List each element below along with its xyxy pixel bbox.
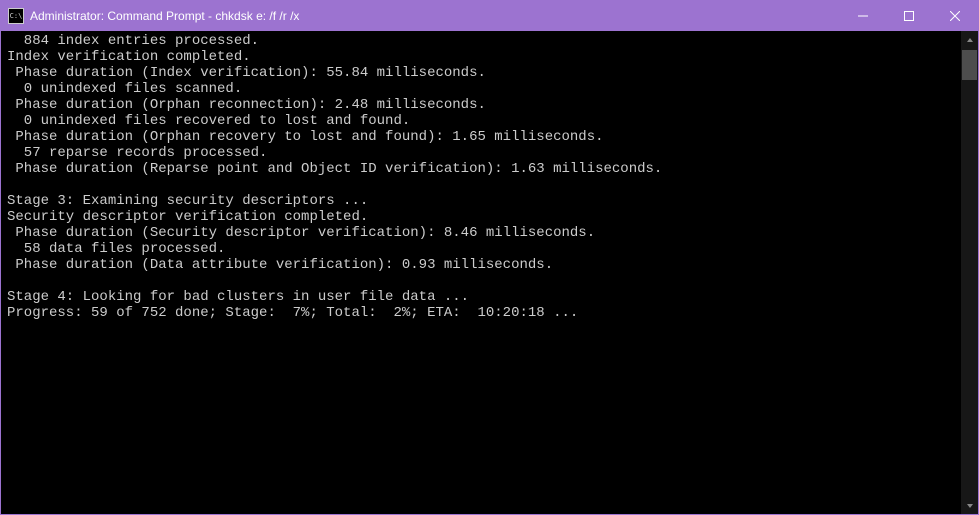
- close-icon: [950, 11, 960, 21]
- terminal-line: [7, 273, 955, 289]
- terminal-line: Security descriptor verification complet…: [7, 209, 955, 225]
- terminal-line: Stage 4: Looking for bad clusters in use…: [7, 289, 955, 305]
- content-area: 884 index entries processed.Index verifi…: [1, 31, 978, 514]
- terminal-line: Index verification completed.: [7, 49, 955, 65]
- terminal-line: Phase duration (Index verification): 55.…: [7, 65, 955, 81]
- minimize-icon: [858, 11, 868, 21]
- terminal-line: Phase duration (Reparse point and Object…: [7, 161, 955, 177]
- cmd-icon: C:\: [8, 8, 24, 24]
- chevron-up-icon: [966, 36, 974, 44]
- terminal-line: Stage 3: Examining security descriptors …: [7, 193, 955, 209]
- maximize-icon: [904, 11, 914, 21]
- terminal-line: Phase duration (Orphan recovery to lost …: [7, 129, 955, 145]
- scroll-down-button[interactable]: [961, 497, 978, 514]
- scroll-thumb[interactable]: [962, 50, 977, 80]
- terminal-line: Phase duration (Orphan reconnection): 2.…: [7, 97, 955, 113]
- maximize-button[interactable]: [886, 1, 932, 31]
- scroll-up-button[interactable]: [961, 31, 978, 48]
- scroll-track[interactable]: [961, 48, 978, 497]
- cmd-icon-text: C:\: [10, 13, 23, 20]
- terminal-line: 0 unindexed files recovered to lost and …: [7, 113, 955, 129]
- terminal-line: 0 unindexed files scanned.: [7, 81, 955, 97]
- window-controls: [840, 1, 978, 31]
- terminal-output[interactable]: 884 index entries processed.Index verifi…: [1, 31, 961, 514]
- terminal-line: 57 reparse records processed.: [7, 145, 955, 161]
- close-button[interactable]: [932, 1, 978, 31]
- window-title: Administrator: Command Prompt - chkdsk e…: [30, 9, 840, 23]
- terminal-line: Progress: 59 of 752 done; Stage: 7%; Tot…: [7, 305, 955, 321]
- vertical-scrollbar[interactable]: [961, 31, 978, 514]
- terminal-line: Phase duration (Data attribute verificat…: [7, 257, 955, 273]
- terminal-line: [7, 177, 955, 193]
- command-prompt-window: C:\ Administrator: Command Prompt - chkd…: [0, 0, 979, 515]
- terminal-line: Phase duration (Security descriptor veri…: [7, 225, 955, 241]
- chevron-down-icon: [966, 502, 974, 510]
- terminal-line: 58 data files processed.: [7, 241, 955, 257]
- minimize-button[interactable]: [840, 1, 886, 31]
- terminal-line: 884 index entries processed.: [7, 33, 955, 49]
- titlebar[interactable]: C:\ Administrator: Command Prompt - chkd…: [1, 1, 978, 31]
